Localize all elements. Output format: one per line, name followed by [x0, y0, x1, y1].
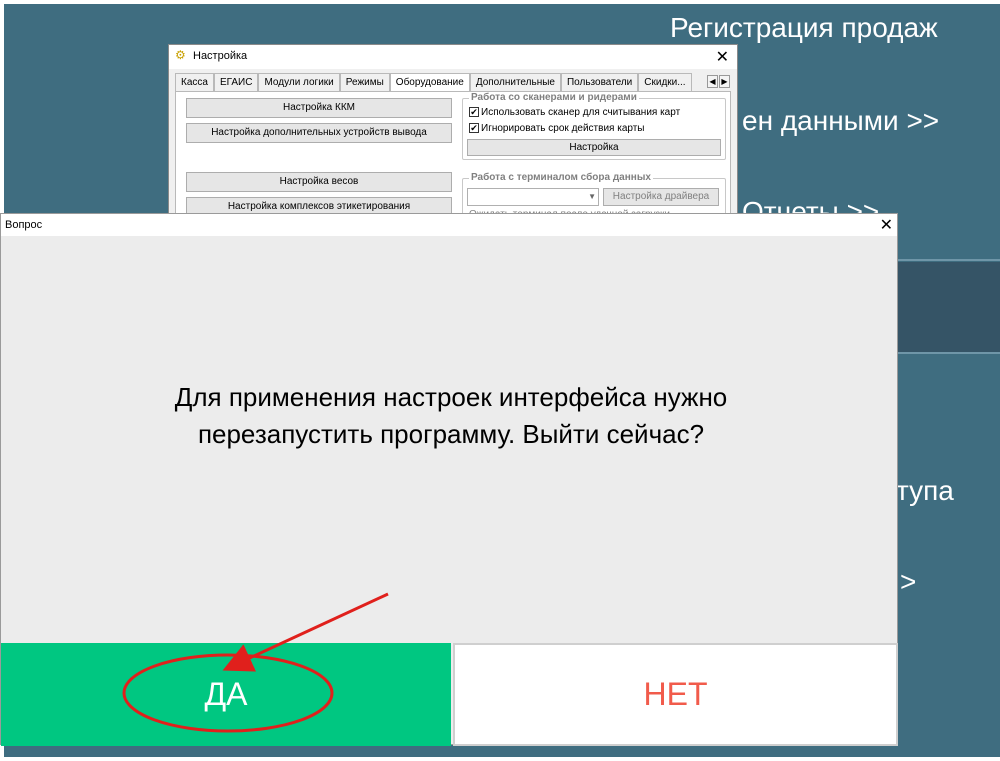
- chevron-down-icon: ▼: [588, 192, 596, 201]
- dialog-title: Вопрос: [5, 219, 43, 231]
- tab-scroll-arrows: ◀ ▶: [707, 75, 730, 88]
- no-button[interactable]: НЕТ: [453, 643, 898, 746]
- scanners-group: Работа со сканерами и ридерами ✔ Использо…: [462, 92, 726, 160]
- menu-item-data-exchange[interactable]: ен данными >>: [742, 105, 939, 137]
- driver-settings-button[interactable]: Настройка драйвера: [603, 188, 719, 206]
- scanners-group-title: Работа со сканерами и ридерами: [469, 92, 639, 103]
- yes-button[interactable]: ДА: [1, 643, 451, 746]
- tab-kassa[interactable]: Касса: [175, 73, 214, 91]
- close-icon[interactable]: ✕: [880, 215, 893, 235]
- menu-item-more[interactable]: >: [900, 566, 916, 598]
- terminal-group-title: Работа с терминалом сбора данных: [469, 172, 653, 183]
- settings-app-icon: ⚙: [175, 48, 186, 62]
- chevron-right-icon[interactable]: ▶: [719, 75, 730, 88]
- dialog-message: Для применения настроек интерфейса нужно…: [41, 379, 861, 453]
- settings-title-bar: ⚙ Настройка ✕: [169, 45, 737, 69]
- tab-equipment[interactable]: Оборудование: [389, 73, 470, 91]
- use-scanner-label: Использовать сканер для считывания карт: [481, 107, 681, 118]
- settings-title: Настройка: [193, 50, 248, 62]
- question-dialog: Вопрос ✕ Для применения настроек интерфе…: [0, 213, 898, 746]
- ignore-expiry-checkbox[interactable]: ✔ Игнорировать срок действия карты: [469, 123, 645, 134]
- menu-item-sales-registration[interactable]: Регистрация продаж: [670, 12, 938, 44]
- checkmark-icon: ✔: [469, 107, 479, 118]
- tab-logic-modules[interactable]: Модули логики: [258, 73, 340, 91]
- tab-users[interactable]: Пользователи: [560, 73, 639, 91]
- no-button-label: НЕТ: [643, 676, 708, 712]
- close-icon[interactable]: ✕: [716, 47, 729, 67]
- equipment-tab-panel: Настройка ККМ Настройка дополнительных у…: [175, 91, 731, 218]
- yes-button-label: ДА: [204, 676, 248, 712]
- settings-window: ⚙ Настройка ✕ Касса ЕГАИС Модули логики …: [168, 44, 738, 219]
- checkmark-icon: ✔: [469, 123, 479, 134]
- dialog-message-line-2: перезапустить программу. Выйти сейчас?: [197, 419, 705, 449]
- chevron-left-icon[interactable]: ◀: [707, 75, 718, 88]
- tab-discounts[interactable]: Скидки...: [638, 73, 692, 91]
- tab-additional[interactable]: Дополнительные: [469, 73, 561, 91]
- tab-egais[interactable]: ЕГАИС: [213, 73, 259, 91]
- ignore-expiry-label: Игнорировать срок действия карты: [481, 123, 645, 134]
- extra-output-devices-button[interactable]: Настройка дополнительных устройств вывод…: [186, 123, 452, 143]
- dialog-message-line-1: Для применения настроек интерфейса нужно: [174, 382, 728, 412]
- use-scanner-checkbox[interactable]: ✔ Использовать сканер для считывания карт: [469, 107, 680, 118]
- terminal-select[interactable]: ▼: [467, 188, 599, 206]
- kkm-settings-button[interactable]: Настройка ККМ: [186, 98, 452, 118]
- dialog-title-bar: Вопрос ✕: [1, 214, 897, 236]
- scanner-settings-button[interactable]: Настройка: [467, 139, 721, 156]
- scales-settings-button[interactable]: Настройка весов: [186, 172, 452, 192]
- tab-modes[interactable]: Режимы: [339, 73, 390, 91]
- settings-tabs: Касса ЕГАИС Модули логики Режимы Оборудо…: [175, 73, 692, 91]
